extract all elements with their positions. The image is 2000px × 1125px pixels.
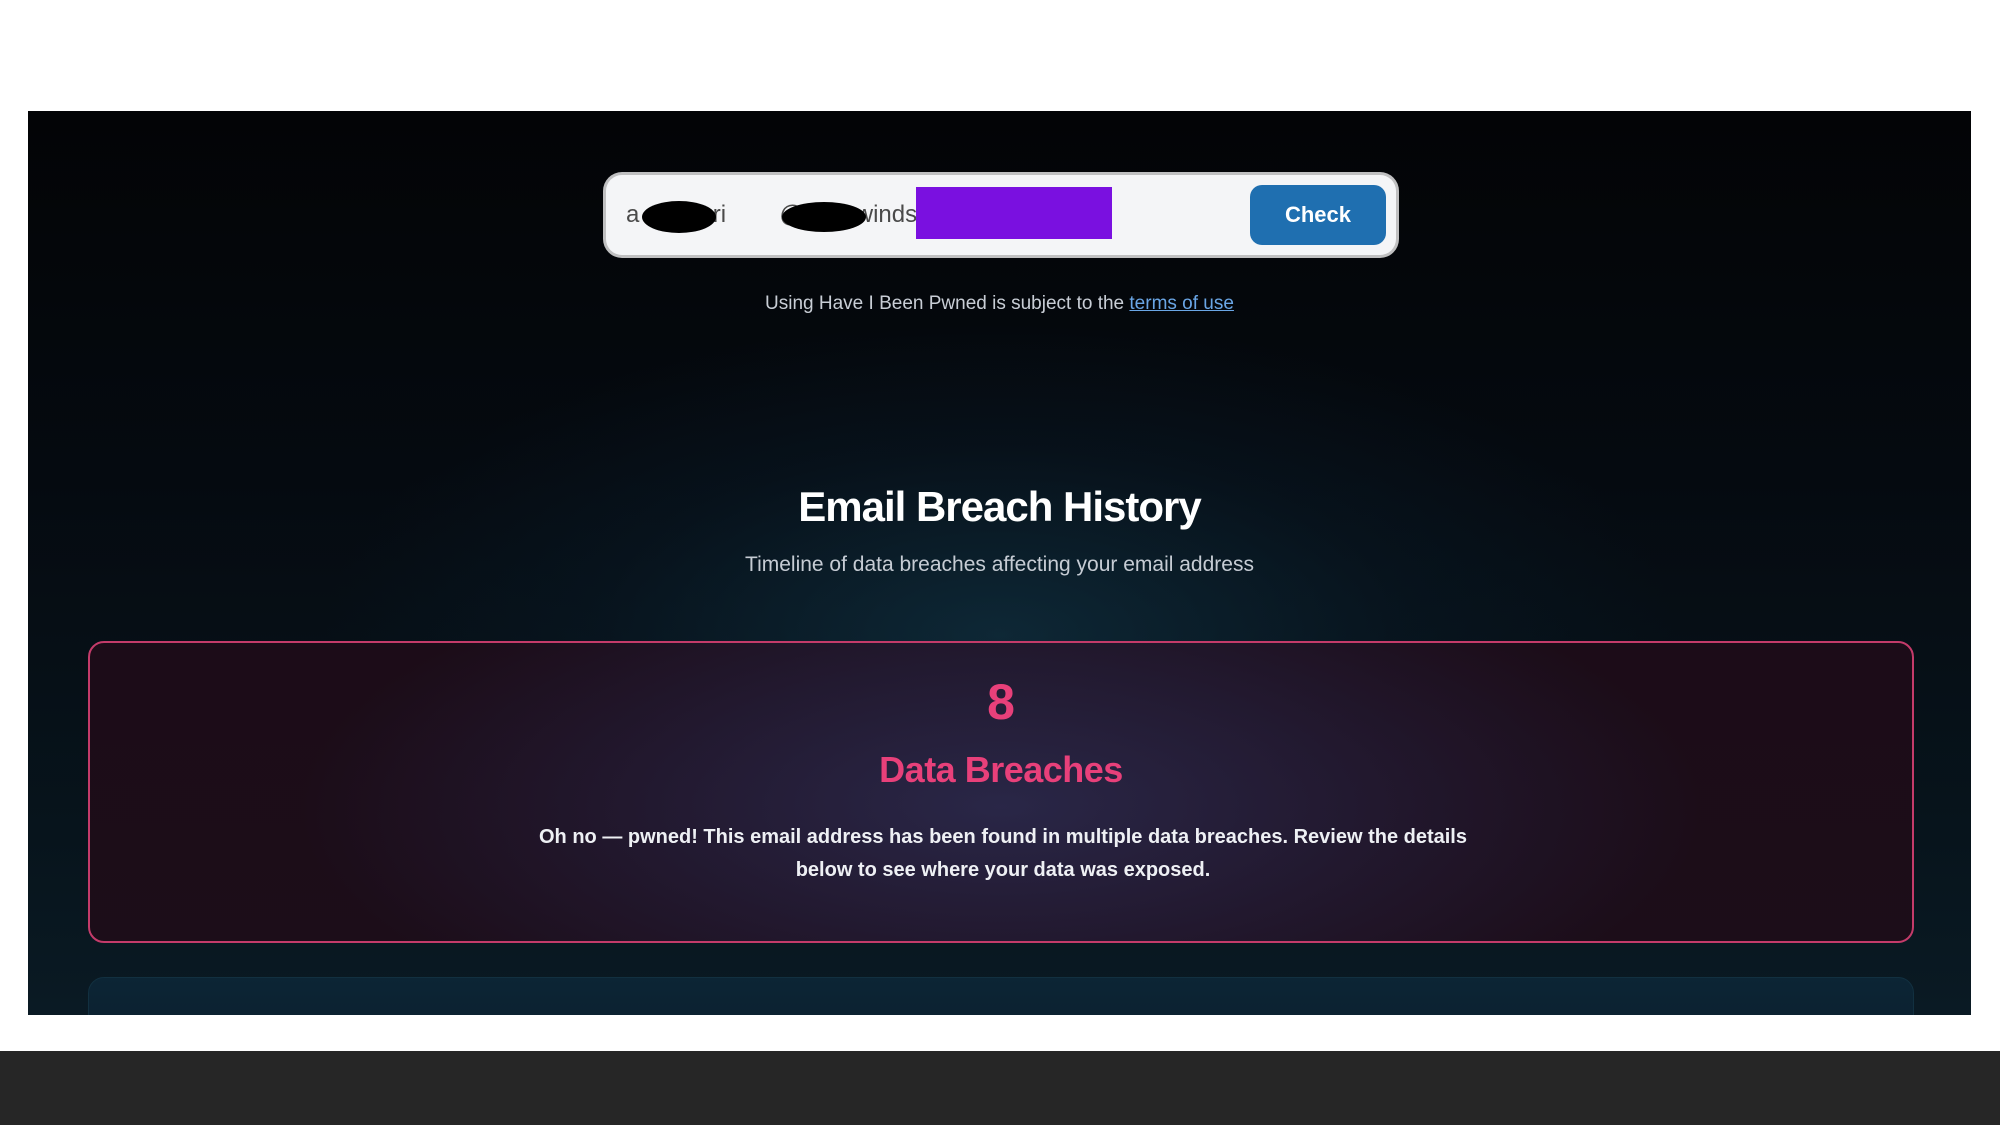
breach-summary-card: 8 Data Breaches Oh no — pwned! This emai… [88, 641, 1914, 943]
redaction-mark [782, 202, 866, 232]
page-subtitle: Timeline of data breaches affecting your… [745, 553, 1254, 576]
terms-text: Using Have I Been Pwned is subject to th… [765, 293, 1130, 314]
check-button[interactable]: Check [1250, 185, 1386, 245]
stage: Check Using Have I Been Pwned is subject… [0, 0, 2000, 1125]
breach-label: Data Breaches [879, 749, 1123, 790]
bottom-bar [0, 1051, 2000, 1125]
breach-message: Oh no — pwned! This email address has be… [539, 826, 1467, 881]
terms-of-use-link[interactable]: terms of use [1129, 293, 1234, 314]
breach-count: 8 [987, 674, 1015, 730]
search-bar: Check [606, 175, 1396, 255]
domain-highlight [916, 187, 1112, 239]
breach-timeline-card [88, 977, 1914, 1015]
redaction-mark [642, 201, 716, 233]
terms-notice: Using Have I Been Pwned is subject to th… [28, 293, 1971, 315]
browser-viewport: Check Using Have I Been Pwned is subject… [28, 111, 1971, 1015]
page-title: Email Breach History [798, 483, 1202, 530]
